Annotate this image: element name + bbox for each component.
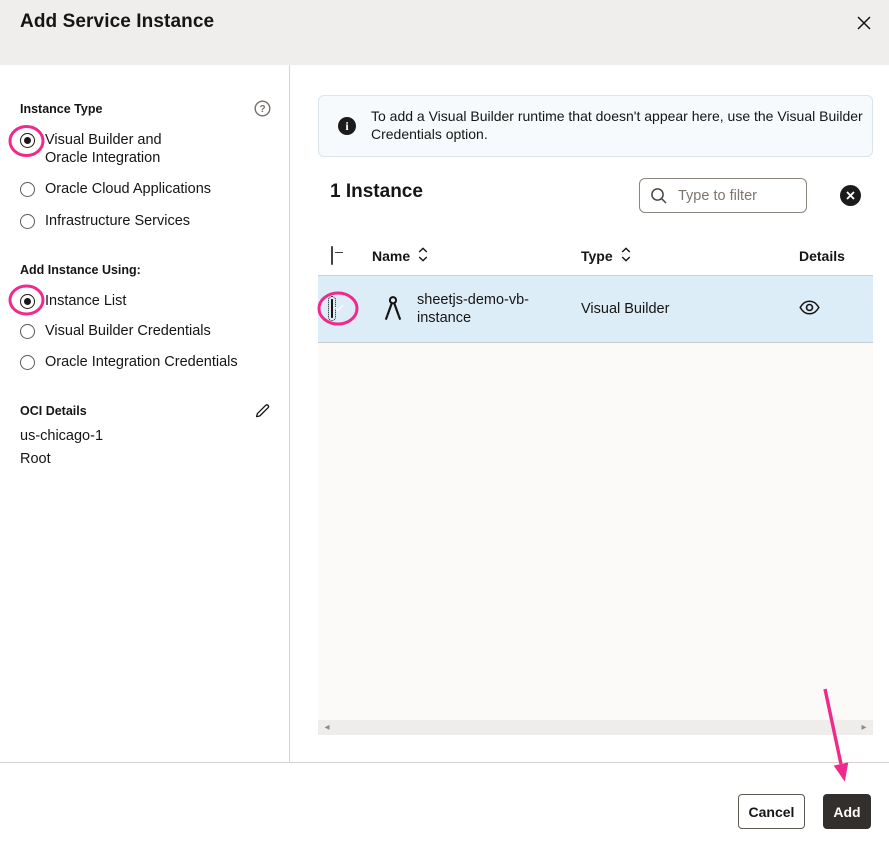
- column-header-type: Type: [581, 248, 613, 264]
- dialog-footer: Cancel Add: [0, 762, 889, 845]
- scroll-right-icon[interactable]: ▸: [857, 720, 871, 735]
- help-icon[interactable]: ?: [254, 100, 271, 120]
- radio-oracle-integration-credentials[interactable]: Oracle Integration Credentials: [20, 354, 265, 372]
- scroll-left-icon[interactable]: ◂: [320, 720, 334, 735]
- info-banner: i To add a Visual Builder runtime that d…: [318, 95, 873, 157]
- cancel-button[interactable]: Cancel: [738, 794, 805, 829]
- radio-button[interactable]: [20, 182, 35, 197]
- table-toolbar: 1 Instance: [318, 178, 873, 213]
- clear-x-icon: [846, 191, 855, 200]
- radio-button[interactable]: [20, 294, 35, 309]
- sidebar: Instance Type ? Visual Builder and Oracl…: [0, 65, 290, 762]
- radio-label: Visual Builder and Oracle Integration: [45, 132, 200, 167]
- instance-type-value: Visual Builder: [581, 301, 669, 317]
- sort-icon[interactable]: [621, 247, 631, 265]
- oci-region-value: us-chicago-1: [20, 428, 265, 444]
- info-icon: i: [338, 117, 356, 135]
- select-all-checkbox[interactable]: [331, 246, 333, 265]
- add-instance-using-label: Add Instance Using:: [20, 263, 265, 277]
- search-icon: [650, 187, 668, 205]
- radio-button[interactable]: [20, 324, 35, 339]
- radio-label: Oracle Integration Credentials: [45, 354, 238, 372]
- eye-icon: [799, 300, 820, 315]
- main-panel: i To add a Visual Builder runtime that d…: [291, 65, 889, 762]
- compass-icon: [381, 295, 405, 323]
- radio-oracle-cloud-applications[interactable]: Oracle Cloud Applications: [20, 181, 265, 199]
- instance-table: Name Type: [318, 236, 873, 735]
- oci-details-label-text: OCI Details: [20, 404, 87, 418]
- table-row[interactable]: sheetjs-demo-vb-instance Visual Builder: [318, 276, 873, 343]
- radio-label: Visual Builder Credentials: [45, 323, 211, 341]
- radio-label: Instance List: [45, 293, 126, 311]
- radio-instance-list[interactable]: Instance List: [20, 293, 265, 311]
- instance-type-label: Instance Type ?: [20, 102, 265, 116]
- radio-button[interactable]: [20, 214, 35, 229]
- table-header-row: Name Type: [318, 236, 873, 276]
- radio-label: Infrastructure Services: [45, 213, 190, 231]
- column-header-name: Name: [372, 248, 410, 264]
- pencil-icon: [254, 402, 271, 419]
- dialog-header: Add Service Instance: [0, 0, 889, 65]
- dialog-title: Add Service Instance: [20, 11, 214, 33]
- radio-visual-builder-credentials[interactable]: Visual Builder Credentials: [20, 323, 265, 341]
- info-banner-text: To add a Visual Builder runtime that doe…: [371, 107, 871, 143]
- radio-label: Oracle Cloud Applications: [45, 181, 211, 199]
- column-header-details: Details: [799, 248, 845, 264]
- radio-infrastructure-services[interactable]: Infrastructure Services: [20, 213, 265, 231]
- clear-filter-button[interactable]: [840, 185, 861, 206]
- add-button[interactable]: Add: [823, 794, 871, 829]
- radio-button[interactable]: [20, 133, 35, 148]
- instance-name: sheetjs-demo-vb-instance: [417, 291, 542, 327]
- filter-box[interactable]: [639, 178, 807, 213]
- horizontal-scrollbar[interactable]: ◂ ▸: [318, 720, 873, 735]
- close-icon: [855, 14, 873, 32]
- table-empty-area: [318, 343, 873, 720]
- instance-count-heading: 1 Instance: [330, 181, 423, 203]
- oci-details-label: OCI Details: [20, 404, 265, 418]
- instance-type-label-text: Instance Type: [20, 102, 102, 116]
- radio-button[interactable]: [20, 355, 35, 370]
- sort-icon[interactable]: [418, 247, 428, 265]
- svg-text:?: ?: [259, 104, 265, 115]
- edit-oci-details-button[interactable]: [254, 402, 271, 422]
- add-service-instance-dialog: Add Service Instance Instance Type ? Vis…: [0, 0, 889, 845]
- filter-input[interactable]: [676, 187, 796, 205]
- details-button[interactable]: [799, 300, 820, 318]
- row-checkbox[interactable]: [331, 299, 333, 318]
- oci-compartment-value: Root: [20, 451, 265, 467]
- radio-visual-builder-and-oracle-integration[interactable]: Visual Builder and Oracle Integration: [20, 132, 200, 167]
- close-button[interactable]: [852, 12, 876, 36]
